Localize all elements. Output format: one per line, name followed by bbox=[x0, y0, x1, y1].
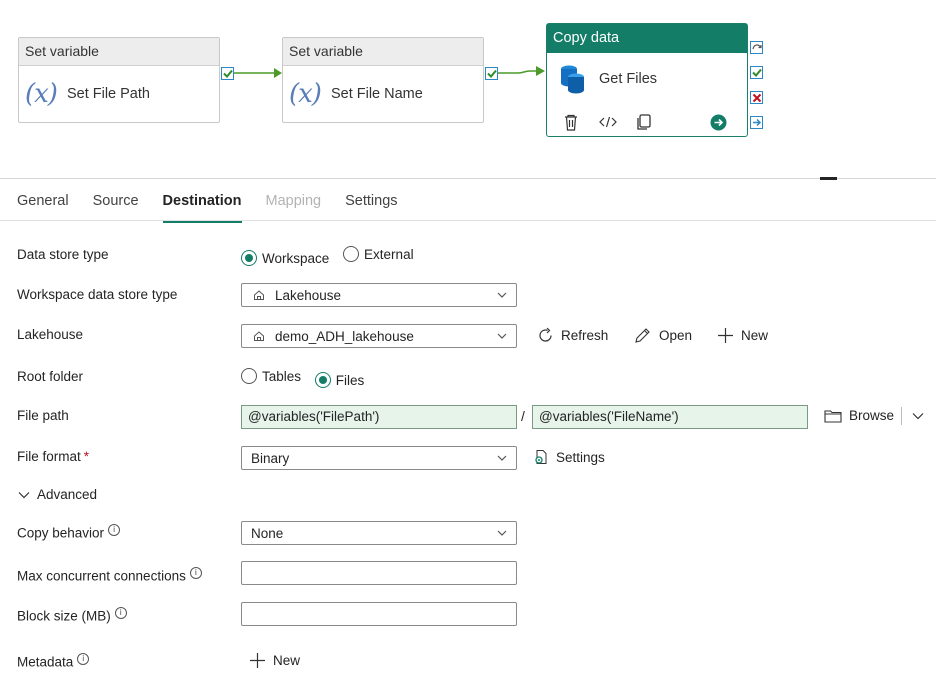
chevron-down-icon bbox=[497, 455, 507, 461]
chevron-down-icon bbox=[497, 292, 507, 298]
advanced-label: Advanced bbox=[37, 487, 98, 502]
radio-external[interactable]: External bbox=[343, 246, 414, 262]
lakehouse-dropdown[interactable]: demo_ADH_lakehouse bbox=[241, 324, 517, 348]
chevron-down-icon bbox=[497, 333, 507, 339]
workspace-data-store-type-dropdown[interactable]: Lakehouse bbox=[241, 283, 517, 307]
add-metadata-button[interactable]: New bbox=[249, 652, 300, 669]
activity-name: Set File Name bbox=[330, 85, 423, 102]
skip-output-icon[interactable] bbox=[750, 41, 763, 54]
radio-tables[interactable]: Tables bbox=[241, 368, 301, 384]
variable-icon: (x) bbox=[25, 78, 58, 109]
connector-arrow bbox=[498, 66, 545, 76]
success-output-icon[interactable] bbox=[221, 67, 234, 80]
block-size-label: Block size (MB) i bbox=[17, 607, 127, 624]
info-icon[interactable]: i bbox=[77, 653, 90, 665]
tab-settings[interactable]: Settings bbox=[345, 193, 397, 219]
required-marker: * bbox=[83, 449, 90, 464]
chevron-down-icon[interactable] bbox=[911, 411, 925, 421]
dropdown-value: Binary bbox=[251, 450, 290, 466]
dropdown-value: Lakehouse bbox=[275, 287, 342, 303]
dropdown-value: demo_ADH_lakehouse bbox=[275, 328, 414, 344]
plus-icon bbox=[250, 653, 265, 668]
lakehouse-icon bbox=[254, 290, 264, 300]
refresh-button[interactable]: Refresh bbox=[537, 327, 608, 344]
success-output-icon[interactable] bbox=[750, 66, 763, 79]
file-path-folder-input[interactable]: @variables('FilePath') bbox=[241, 405, 517, 429]
connector-arrow bbox=[234, 68, 282, 78]
root-folder-radio-group: Tables Files bbox=[241, 368, 374, 388]
radio-files[interactable]: Files bbox=[314, 372, 364, 388]
database-icon bbox=[559, 64, 587, 97]
activity-set-file-path[interactable]: Set variable (x) Set File Path bbox=[18, 37, 220, 123]
lakehouse-icon bbox=[254, 331, 264, 341]
open-button[interactable]: Open bbox=[634, 327, 692, 344]
variable-icon: (x) bbox=[289, 78, 322, 109]
advanced-toggle[interactable]: Advanced bbox=[17, 487, 97, 502]
copy-behavior-dropdown[interactable]: None bbox=[241, 521, 517, 545]
browse-divider bbox=[901, 407, 902, 425]
activity-name: Set File Path bbox=[66, 85, 150, 102]
max-concurrent-connections-label: Max concurrent connections i bbox=[17, 567, 202, 584]
browse-button[interactable]: Browse bbox=[824, 408, 894, 423]
run-arrow-icon[interactable] bbox=[710, 114, 727, 134]
panel-divider bbox=[0, 178, 936, 179]
panel-resize-handle[interactable] bbox=[820, 177, 837, 180]
plus-icon bbox=[718, 328, 733, 343]
file-format-dropdown[interactable]: Binary bbox=[241, 446, 517, 470]
format-settings-button[interactable]: Settings bbox=[533, 449, 605, 465]
file-format-label: File format * bbox=[17, 449, 90, 464]
root-folder-label: Root folder bbox=[17, 369, 84, 384]
activity-type-label: Set variable bbox=[19, 38, 219, 66]
info-icon[interactable]: i bbox=[108, 524, 121, 536]
max-concurrent-connections-input[interactable] bbox=[241, 561, 517, 585]
activity-type-label: Set variable bbox=[283, 38, 483, 66]
tab-general[interactable]: General bbox=[17, 193, 69, 219]
refresh-icon bbox=[539, 327, 552, 342]
tab-mapping: Mapping bbox=[265, 193, 322, 209]
tab-source[interactable]: Source bbox=[93, 193, 139, 219]
metadata-label: Metadata i bbox=[17, 653, 90, 670]
chevron-down-icon bbox=[497, 530, 507, 536]
tabs-divider bbox=[0, 220, 936, 221]
block-size-input[interactable] bbox=[241, 602, 517, 626]
activity-copy-data[interactable]: Copy data Get Files bbox=[546, 23, 748, 137]
new-lakehouse-button[interactable]: New bbox=[717, 327, 768, 344]
activity-set-file-name[interactable]: Set variable (x) Set File Name bbox=[282, 37, 484, 123]
copy-behavior-label: Copy behavior i bbox=[17, 524, 121, 541]
activity-name: Get Files bbox=[599, 71, 658, 87]
dropdown-value: None bbox=[251, 525, 284, 541]
workspace-data-store-type-label: Workspace data store type bbox=[17, 287, 178, 302]
data-store-type-label: Data store type bbox=[17, 247, 109, 262]
data-store-type-radio-group: Workspace External bbox=[241, 246, 424, 266]
delete-icon[interactable] bbox=[563, 114, 579, 134]
tab-destination[interactable]: Destination bbox=[162, 193, 242, 223]
edit-pencil-icon bbox=[635, 328, 650, 343]
chevron-down-icon bbox=[18, 491, 30, 498]
copy-icon[interactable] bbox=[636, 114, 651, 134]
activity-type-label: Copy data bbox=[547, 24, 747, 53]
properties-tabs: General Source Destination Mapping Setti… bbox=[17, 193, 422, 223]
info-icon[interactable]: i bbox=[189, 567, 202, 579]
completion-output-icon[interactable] bbox=[750, 116, 763, 129]
success-output-icon[interactable] bbox=[485, 67, 498, 80]
file-path-name-input[interactable]: @variables('FileName') bbox=[532, 405, 808, 429]
code-icon[interactable] bbox=[599, 115, 617, 132]
settings-gear-icon bbox=[535, 450, 547, 464]
folder-icon bbox=[824, 409, 842, 423]
radio-workspace[interactable]: Workspace bbox=[241, 250, 329, 266]
failure-output-icon[interactable] bbox=[750, 91, 763, 104]
path-separator: / bbox=[521, 408, 525, 424]
file-path-label: File path bbox=[17, 408, 69, 423]
info-icon[interactable]: i bbox=[114, 607, 127, 619]
lakehouse-label: Lakehouse bbox=[17, 327, 84, 342]
